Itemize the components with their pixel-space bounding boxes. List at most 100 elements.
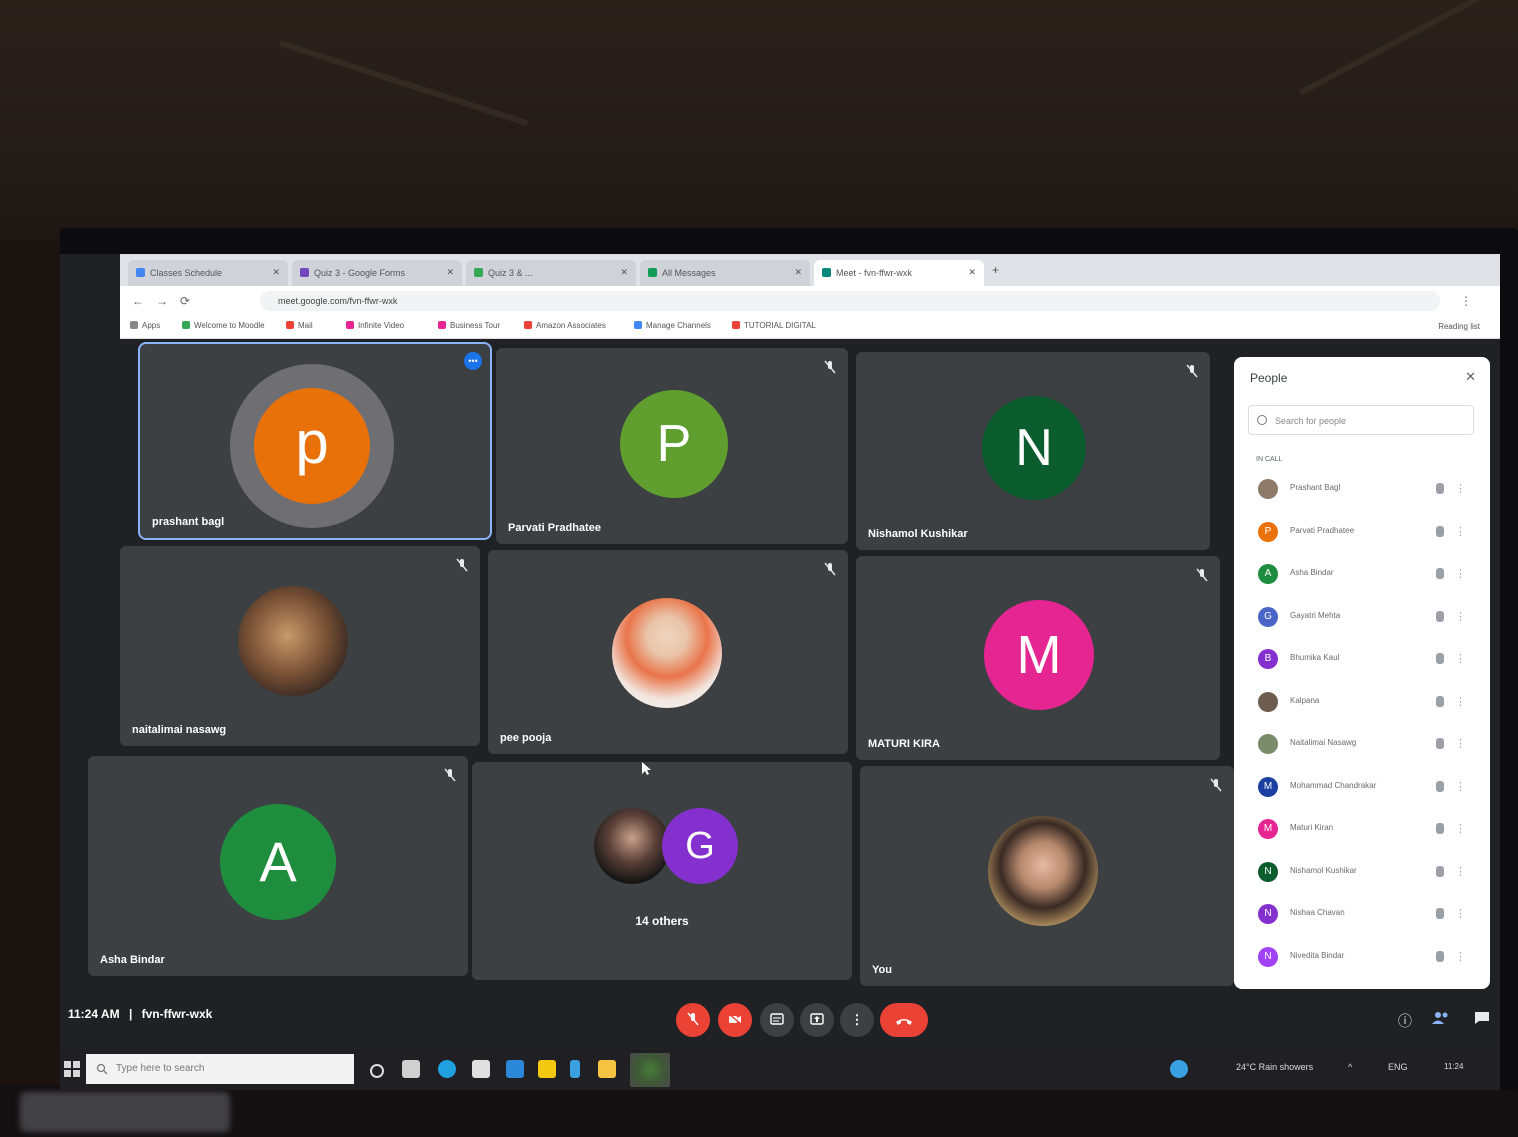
captions-button[interactable] xyxy=(760,1003,794,1037)
close-icon[interactable]: ✕ xyxy=(1465,369,1476,385)
windows-start-icon[interactable] xyxy=(64,1061,80,1077)
people-search-input[interactable]: Search for people xyxy=(1248,405,1474,435)
meeting-details[interactable]: 11:24 AM | fvn-ffwr-wxk xyxy=(68,1007,212,1021)
others-tile[interactable]: G 14 others xyxy=(472,762,852,980)
weather-widget[interactable]: 24°C Rain showers xyxy=(1236,1062,1313,1072)
mail-icon[interactable] xyxy=(506,1060,524,1078)
close-icon[interactable]: ✕ xyxy=(272,267,280,278)
self-tile[interactable]: You xyxy=(860,766,1234,986)
more-options-icon[interactable]: ⋮ xyxy=(1455,865,1466,878)
browser-tab-active[interactable]: Meet - fvn-ffwr-wxk ✕ xyxy=(814,260,984,286)
more-options-icon[interactable]: ⋮ xyxy=(1455,482,1466,495)
close-icon[interactable]: ✕ xyxy=(620,267,628,278)
new-tab-icon[interactable]: + xyxy=(992,263,999,277)
bookmark-apps[interactable]: Apps xyxy=(130,321,160,330)
mic-off-icon xyxy=(1436,908,1444,919)
edge-browser-icon[interactable] xyxy=(438,1060,456,1078)
more-options-button[interactable]: ⋮ xyxy=(840,1003,874,1037)
participant-name: Nishaa Chavan xyxy=(1290,908,1345,917)
close-icon[interactable]: ✕ xyxy=(446,267,454,278)
app-icon[interactable] xyxy=(570,1060,580,1078)
task-view-icon[interactable] xyxy=(402,1060,420,1078)
reload-icon[interactable]: ⟳ xyxy=(180,294,190,308)
participant-row[interactable]: B Bhumika Kaul ⋮ xyxy=(1252,643,1482,675)
bookmark-item[interactable]: Manage Channels xyxy=(634,321,711,330)
info-icon[interactable]: ⓘ xyxy=(1398,1011,1412,1031)
taskbar-clock[interactable]: 11:24 xyxy=(1444,1062,1463,1071)
participant-name: Prashant Bagl xyxy=(1290,483,1341,492)
language-indicator[interactable]: ENG xyxy=(1388,1062,1408,1072)
more-options-icon[interactable]: ••• xyxy=(464,352,482,370)
participant-row[interactable]: N Nishaa Chavan ⋮ xyxy=(1252,898,1482,930)
reading-list[interactable]: Reading list xyxy=(1438,322,1480,331)
more-options-icon[interactable]: ⋮ xyxy=(1455,907,1466,920)
tab-favicon-icon xyxy=(474,268,483,277)
participant-avatar: B xyxy=(1258,649,1278,669)
bookmark-item[interactable]: Amazon Associates xyxy=(524,321,606,330)
avatar: p xyxy=(254,388,370,504)
more-options-icon[interactable]: ⋮ xyxy=(1455,525,1466,538)
bookmark-item[interactable]: Mail xyxy=(286,321,313,330)
close-icon[interactable]: ✕ xyxy=(968,267,976,278)
mic-toggle-button[interactable] xyxy=(676,1003,710,1037)
participant-avatar xyxy=(1258,691,1278,712)
participant-row[interactable]: Naitalimai Nasawg ⋮ xyxy=(1252,728,1482,760)
participant-tile[interactable]: pee pooja xyxy=(488,550,848,754)
more-options-icon[interactable]: ⋮ xyxy=(1455,652,1466,665)
extensions-icon[interactable]: ⋮ xyxy=(1460,294,1472,308)
participant-tile[interactable]: p prashant bagl ••• xyxy=(138,342,492,540)
participant-row[interactable]: P Parvati Pradhatee ⋮ xyxy=(1252,516,1482,548)
tab-favicon-icon xyxy=(300,268,309,277)
url-input[interactable]: meet.google.com/fvn-ffwr-wxk xyxy=(260,291,1440,311)
participant-row[interactable]: M Mohammad Chandrakar ⋮ xyxy=(1252,771,1482,803)
participant-tile[interactable]: P Parvati Pradhatee xyxy=(496,348,848,544)
bookmark-item[interactable]: Business Tour xyxy=(438,321,500,330)
bookmark-label: Business Tour xyxy=(450,321,501,330)
more-options-icon[interactable]: ⋮ xyxy=(1455,567,1466,580)
close-icon[interactable]: ✕ xyxy=(794,267,802,278)
taskbar-search-input[interactable]: Type here to search xyxy=(86,1054,354,1084)
people-icon[interactable] xyxy=(1432,1011,1450,1028)
camera-off-icon xyxy=(728,1013,742,1025)
bookmark-item[interactable]: Welcome to Moodle xyxy=(182,321,265,330)
chat-icon[interactable] xyxy=(1474,1011,1490,1028)
bookmark-item[interactable]: TUTORIAL DIGITAL xyxy=(732,321,816,330)
more-options-icon[interactable]: ⋮ xyxy=(1455,950,1466,963)
participant-tile[interactable]: N Nishamol Kushikar xyxy=(856,352,1210,550)
app-icon[interactable] xyxy=(1170,1060,1188,1078)
app-icon[interactable] xyxy=(538,1060,556,1078)
participant-tile[interactable]: A Asha Bindar xyxy=(88,756,468,976)
bookmark-icon xyxy=(634,321,642,329)
back-icon[interactable]: ← xyxy=(132,294,144,308)
cortana-icon[interactable] xyxy=(370,1064,384,1078)
browser-tab[interactable]: All Messages ✕ xyxy=(640,260,810,286)
forward-icon[interactable]: → xyxy=(156,294,168,308)
participant-row[interactable]: A Asha Bindar ⋮ xyxy=(1252,558,1482,590)
show-hidden-icons-icon[interactable]: ^ xyxy=(1348,1062,1352,1072)
more-options-icon[interactable]: ⋮ xyxy=(1455,737,1466,750)
participant-name: Bhumika Kaul xyxy=(1290,653,1340,662)
more-options-icon[interactable]: ⋮ xyxy=(1455,780,1466,793)
participant-row[interactable]: M Maturi Kiran ⋮ xyxy=(1252,813,1482,845)
participant-row[interactable]: Prashant Bagl ⋮ xyxy=(1252,473,1482,505)
browser-tab[interactable]: Quiz 3 - Google Forms ✕ xyxy=(292,260,462,286)
participant-row[interactable]: Kalpana ⋮ xyxy=(1252,686,1482,718)
url-text: meet.google.com/fvn-ffwr-wxk xyxy=(278,296,398,306)
camera-toggle-button[interactable] xyxy=(718,1003,752,1037)
participant-tile[interactable]: naitalimai nasawg xyxy=(120,546,480,746)
more-options-icon[interactable]: ⋮ xyxy=(1455,610,1466,623)
chrome-icon[interactable] xyxy=(630,1053,670,1087)
file-explorer-icon[interactable] xyxy=(598,1060,616,1078)
browser-tab[interactable]: Classes Schedule ✕ xyxy=(128,260,288,286)
browser-tab[interactable]: Quiz 3 & ... ✕ xyxy=(466,260,636,286)
more-options-icon[interactable]: ⋮ xyxy=(1455,822,1466,835)
present-button[interactable] xyxy=(800,1003,834,1037)
participant-row[interactable]: N Nishamol Kushikar ⋮ xyxy=(1252,856,1482,888)
more-options-icon[interactable]: ⋮ xyxy=(1455,695,1466,708)
bookmark-item[interactable]: Infinite Video xyxy=(346,321,404,330)
participant-row[interactable]: N Nivedita Bindar ⋮ xyxy=(1252,941,1482,973)
store-icon[interactable] xyxy=(472,1060,490,1078)
participant-tile[interactable]: M MATURI KIRA xyxy=(856,556,1220,760)
participant-row[interactable]: G Gayatri Mehta ⋮ xyxy=(1252,601,1482,633)
leave-call-button[interactable] xyxy=(880,1003,928,1037)
